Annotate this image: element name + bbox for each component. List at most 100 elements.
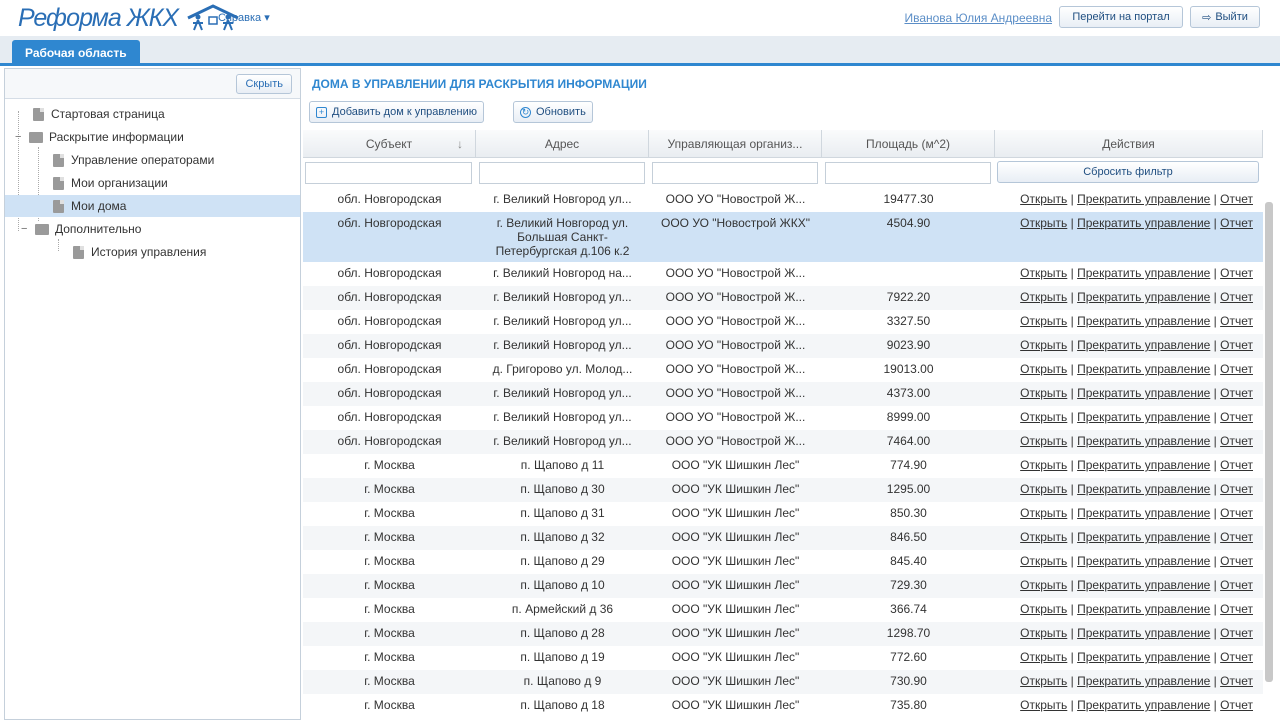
table-row[interactable]: г. Москва п. Щапово д 29 ООО "УК Шишкин Ле…: [303, 550, 1263, 574]
user-name-link[interactable]: Иванова Юлия Андреевна: [904, 11, 1052, 25]
stop-management-link[interactable]: Прекратить управление: [1077, 626, 1210, 640]
table-row[interactable]: г. Москва п. Щапово д 9 ООО "УК Шишкин Лес…: [303, 670, 1263, 694]
open-link[interactable]: Открыть: [1020, 650, 1067, 664]
open-link[interactable]: Открыть: [1020, 482, 1067, 496]
open-link[interactable]: Открыть: [1020, 266, 1067, 280]
report-link[interactable]: Отчет: [1220, 554, 1253, 568]
stop-management-link[interactable]: Прекратить управление: [1077, 578, 1210, 592]
filter-address-input[interactable]: [479, 162, 645, 184]
report-link[interactable]: Отчет: [1220, 290, 1253, 304]
open-link[interactable]: Открыть: [1020, 530, 1067, 544]
open-link[interactable]: Открыть: [1020, 506, 1067, 520]
table-row[interactable]: обл. Новгородская г. Великий Новгород ул.…: [303, 310, 1263, 334]
report-link[interactable]: Отчет: [1220, 578, 1253, 592]
stop-management-link[interactable]: Прекратить управление: [1077, 338, 1210, 352]
open-link[interactable]: Открыть: [1020, 698, 1067, 712]
filter-organization-input[interactable]: [652, 162, 818, 184]
stop-management-link[interactable]: Прекратить управление: [1077, 290, 1210, 304]
report-link[interactable]: Отчет: [1220, 434, 1253, 448]
logout-button[interactable]: ⇨ Выйти: [1190, 6, 1260, 28]
table-row[interactable]: обл. Новгородская г. Великий Новгород ул.…: [303, 406, 1263, 430]
table-row[interactable]: обл. Новгородская г. Великий Новгород на.…: [303, 262, 1263, 286]
report-link[interactable]: Отчет: [1220, 650, 1253, 664]
add-house-button[interactable]: + Добавить дом к управлению: [309, 101, 484, 123]
stop-management-link[interactable]: Прекратить управление: [1077, 386, 1210, 400]
scrollbar[interactable]: [1265, 202, 1273, 682]
filter-organization[interactable]: [652, 160, 818, 186]
table-row[interactable]: обл. Новгородская г. Великий Новгород ул.…: [303, 382, 1263, 406]
column-header-organization[interactable]: Управляющая организ...: [649, 130, 822, 158]
report-link[interactable]: Отчет: [1220, 602, 1253, 616]
report-link[interactable]: Отчет: [1220, 698, 1253, 712]
open-link[interactable]: Открыть: [1020, 410, 1067, 424]
report-link[interactable]: Отчет: [1220, 338, 1253, 352]
report-link[interactable]: Отчет: [1220, 674, 1253, 688]
table-row[interactable]: обл. Новгородская г. Великий Новгород ул.…: [303, 334, 1263, 358]
table-row[interactable]: г. Москва п. Щапово д 18 ООО "УК Шишкин Ле…: [303, 694, 1263, 718]
stop-management-link[interactable]: Прекратить управление: [1077, 192, 1210, 206]
open-link[interactable]: Открыть: [1020, 290, 1067, 304]
portal-button[interactable]: Перейти на портал: [1059, 6, 1183, 28]
stop-management-link[interactable]: Прекратить управление: [1077, 314, 1210, 328]
reset-filter-button[interactable]: Сбросить фильтр: [997, 161, 1259, 183]
report-link[interactable]: Отчет: [1220, 506, 1253, 520]
report-link[interactable]: Отчет: [1220, 530, 1253, 544]
stop-management-link[interactable]: Прекратить управление: [1077, 266, 1210, 280]
stop-management-link[interactable]: Прекратить управление: [1077, 216, 1210, 230]
stop-management-link[interactable]: Прекратить управление: [1077, 434, 1210, 448]
refresh-button[interactable]: ↻ Обновить: [513, 101, 593, 123]
help-menu[interactable]: Справка ▾: [218, 11, 270, 24]
stop-management-link[interactable]: Прекратить управление: [1077, 554, 1210, 568]
column-header-area[interactable]: Площадь (м^2): [822, 130, 995, 158]
stop-management-link[interactable]: Прекратить управление: [1077, 362, 1210, 376]
filter-area[interactable]: [825, 160, 991, 186]
hide-sidebar-button[interactable]: Скрыть: [236, 74, 292, 94]
table-row[interactable]: обл. Новгородская г. Великий Новгород ул.…: [303, 212, 1263, 262]
report-link[interactable]: Отчет: [1220, 362, 1253, 376]
stop-management-link[interactable]: Прекратить управление: [1077, 506, 1210, 520]
stop-management-link[interactable]: Прекратить управление: [1077, 458, 1210, 472]
table-row[interactable]: г. Москва п. Щапово д 11 ООО "УК Шишкин Ле…: [303, 454, 1263, 478]
table-row[interactable]: обл. Новгородская г. Великий Новгород ул.…: [303, 188, 1263, 212]
sidebar-item-additional[interactable]: − Дополнительно: [5, 218, 300, 240]
filter-subject-input[interactable]: [305, 162, 472, 184]
open-link[interactable]: Открыть: [1020, 554, 1067, 568]
report-link[interactable]: Отчет: [1220, 410, 1253, 424]
open-link[interactable]: Открыть: [1020, 314, 1067, 328]
table-row[interactable]: обл. Новгородская д. Григорово ул. Молод.…: [303, 358, 1263, 382]
filter-area-input[interactable]: [825, 162, 991, 184]
sidebar-item-organizations[interactable]: Мои организации: [5, 172, 300, 194]
tab-workspace[interactable]: Рабочая область: [12, 40, 140, 66]
open-link[interactable]: Открыть: [1020, 362, 1067, 376]
report-link[interactable]: Отчет: [1220, 482, 1253, 496]
report-link[interactable]: Отчет: [1220, 386, 1253, 400]
open-link[interactable]: Открыть: [1020, 674, 1067, 688]
table-row[interactable]: г. Москва п. Щапово д 32 ООО "УК Шишкин Ле…: [303, 526, 1263, 550]
report-link[interactable]: Отчет: [1220, 458, 1253, 472]
filter-address[interactable]: [479, 160, 645, 186]
open-link[interactable]: Открыть: [1020, 338, 1067, 352]
table-row[interactable]: обл. Новгородская г. Великий Новгород ул.…: [303, 430, 1263, 454]
sidebar-item-operators[interactable]: Управление операторами: [5, 149, 300, 171]
open-link[interactable]: Открыть: [1020, 458, 1067, 472]
sidebar-item-start[interactable]: Стартовая страница: [5, 103, 300, 125]
stop-management-link[interactable]: Прекратить управление: [1077, 674, 1210, 688]
stop-management-link[interactable]: Прекратить управление: [1077, 698, 1210, 712]
stop-management-link[interactable]: Прекратить управление: [1077, 482, 1210, 496]
open-link[interactable]: Открыть: [1020, 578, 1067, 592]
logo[interactable]: Реформа ЖКХ: [18, 4, 242, 32]
open-link[interactable]: Открыть: [1020, 626, 1067, 640]
open-link[interactable]: Открыть: [1020, 386, 1067, 400]
stop-management-link[interactable]: Прекратить управление: [1077, 602, 1210, 616]
table-row[interactable]: г. Москва п. Щапово д 31 ООО "УК Шишкин Ле…: [303, 502, 1263, 526]
report-link[interactable]: Отчет: [1220, 314, 1253, 328]
report-link[interactable]: Отчет: [1220, 626, 1253, 640]
table-row[interactable]: г. Москва п. Армейский д 36 ООО "УК Шишкин…: [303, 598, 1263, 622]
open-link[interactable]: Открыть: [1020, 602, 1067, 616]
stop-management-link[interactable]: Прекратить управление: [1077, 530, 1210, 544]
column-header-address[interactable]: Адрес: [476, 130, 649, 158]
column-header-subject[interactable]: Субъект ↓: [303, 130, 476, 158]
report-link[interactable]: Отчет: [1220, 192, 1253, 206]
table-row[interactable]: обл. Новгородская г. Великий Новгород ул.…: [303, 286, 1263, 310]
sidebar-item-disclosure[interactable]: − Раскрытие информации: [5, 126, 300, 148]
